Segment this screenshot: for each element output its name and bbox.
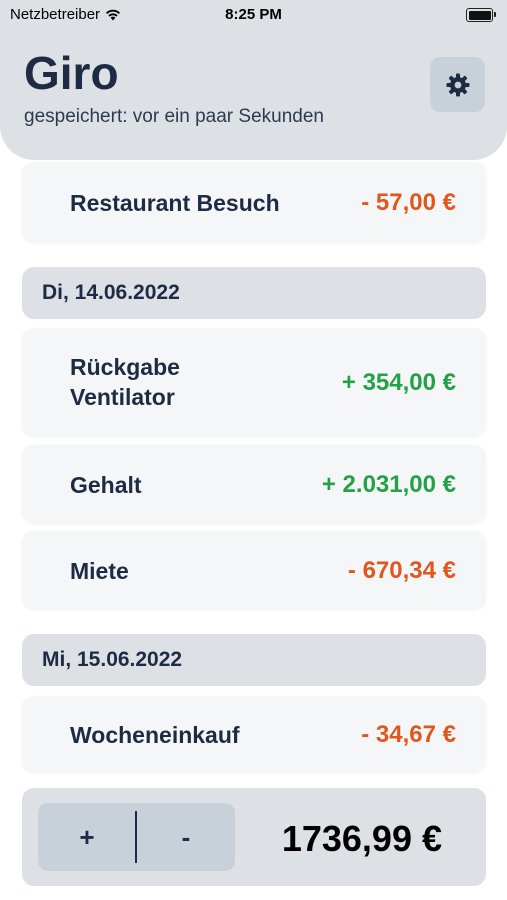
transaction-row[interactable]: Gehalt + 2.031,00 € [22, 445, 486, 523]
transaction-row[interactable]: Restaurant Besuch - 57,00 € [22, 162, 486, 242]
transaction-amount: - 670,34 € [347, 557, 456, 584]
save-status: gespeichert: vor ein paar Sekunden [24, 106, 324, 127]
transaction-amount: - 34,67 € [361, 721, 456, 748]
transaction-label: Wocheneinkauf [70, 722, 240, 748]
transaction-amount: + 354,00 € [341, 369, 456, 396]
transaction-amount: - 57,00 € [361, 189, 456, 216]
clock: 8:25 PM [225, 6, 282, 23]
date-section-header: Di, 14.06.2022 [22, 267, 486, 319]
date-section-header: Mi, 15.06.2022 [22, 634, 486, 686]
amount-stepper: + - [38, 803, 235, 871]
transaction-label: Rückgabe Ventilator [70, 354, 180, 410]
transaction-label: Miete [70, 558, 129, 584]
transaction-row[interactable]: Rückgabe Ventilator + 354,00 € [22, 328, 486, 436]
transaction-row[interactable]: Wocheneinkauf - 34,67 € [22, 696, 486, 772]
battery-icon [466, 8, 496, 22]
transaction-row[interactable]: Miete - 670,34 € [22, 531, 486, 609]
app-header: Netzbetreiber 8:25 PM Giro gespeichert: … [0, 0, 507, 160]
gear-icon [446, 73, 469, 96]
transaction-amount: + 2.031,00 € [321, 471, 456, 498]
transaction-label: Gehalt [70, 472, 142, 498]
transaction-label: Restaurant Besuch [70, 190, 280, 216]
balance-bar: + - 1736,99 € [22, 788, 486, 886]
balance-total: 1736,99 € [281, 818, 442, 859]
settings-button[interactable] [430, 57, 485, 112]
status-bar: Netzbetreiber 8:25 PM [0, 0, 507, 32]
date-label: Mi, 15.06.2022 [42, 648, 183, 671]
page-title: Giro [24, 47, 119, 99]
subtract-button[interactable]: - [137, 803, 235, 871]
add-button[interactable]: + [38, 803, 136, 871]
date-label: Di, 14.06.2022 [42, 281, 180, 304]
